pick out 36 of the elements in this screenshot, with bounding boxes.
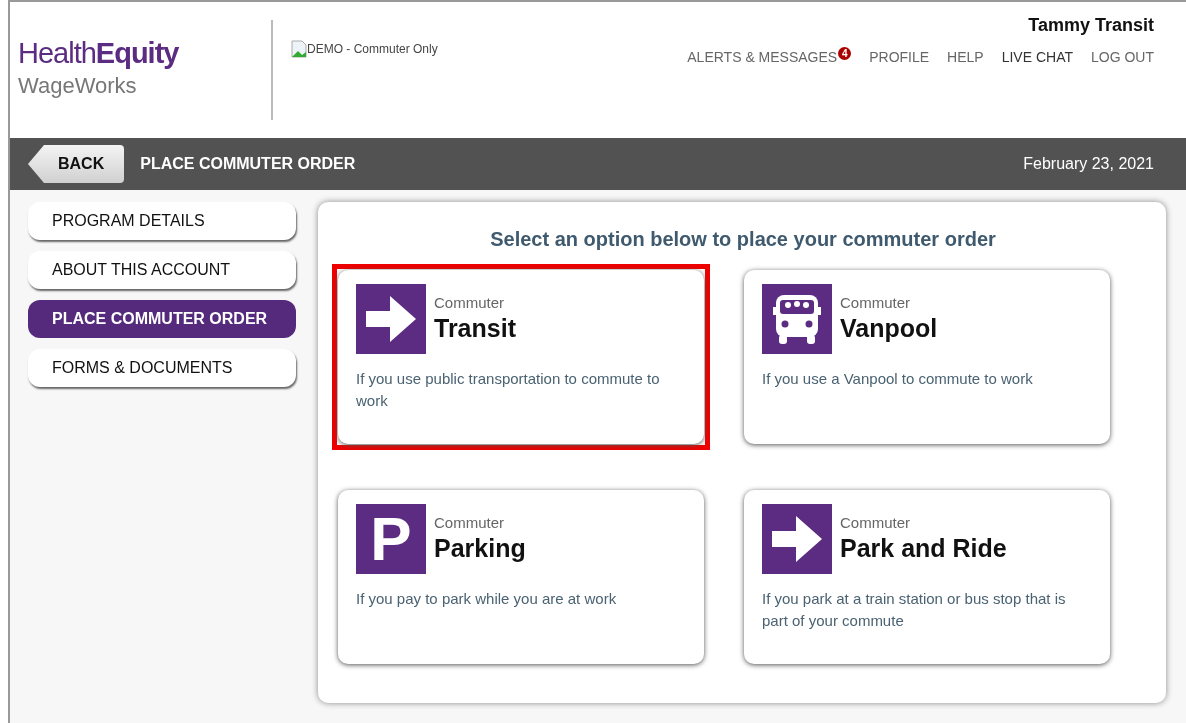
option-category: Commuter <box>840 293 911 313</box>
option-description: If you use a Vanpool to commute to work <box>762 369 1034 389</box>
option-description: If you use public transportation to commute to work <box>356 369 661 411</box>
header-link[interactable]: PROFILE <box>869 49 930 65</box>
header-link[interactable]: LOG OUT <box>1091 49 1154 65</box>
option-name: Transit <box>434 314 516 342</box>
panel-heading: Select an option below to place your commuter order <box>489 227 997 252</box>
option-card[interactable]: Commuter Transit If you use public transportation to commute to work <box>338 270 704 444</box>
header-link[interactable]: LIVE CHAT <box>1001 49 1073 65</box>
option-category: Commuter <box>434 293 505 313</box>
option-name: Park and Ride <box>840 534 1007 562</box>
option-description: If you park at a train station or bus stop that is part of your commute <box>762 589 1067 631</box>
option-card[interactable]: Commuter Vanpool If you use a Vanpool to commute to work <box>744 270 1110 444</box>
header-link[interactable]: ALERTS & MESSAGES <box>687 49 838 65</box>
option-name: Parking <box>434 534 526 562</box>
sidebar-item[interactable]: PROGRAM DETAILS <box>28 202 296 240</box>
logo-text: HealthEquity <box>18 38 180 69</box>
page-title: PLACE COMMUTER ORDER <box>140 154 356 174</box>
van-icon <box>762 284 832 354</box>
notification-badge: 4 <box>838 47 852 60</box>
option-card[interactable]: Commuter Park and Ride If you park at a train station or bus stop that is part of your commute <box>744 490 1110 664</box>
user-name: Tammy Transit <box>1027 14 1154 37</box>
back-button[interactable]: BACK <box>28 145 125 183</box>
option-description: If you pay to park while you are at work <box>356 589 618 609</box>
date-text: February 23, 2021 <box>1023 154 1154 174</box>
header-link[interactable]: HELP <box>947 49 984 65</box>
sidebar-item[interactable]: ABOUT THIS ACCOUNT <box>28 251 296 289</box>
broken-image-icon <box>291 40 307 58</box>
logo-subtext: WageWorks <box>18 71 138 100</box>
option-category: Commuter <box>434 513 505 533</box>
parking-letter: P <box>370 508 412 570</box>
program-image-alt-text: DEMO - Commuter Only <box>307 41 438 58</box>
option-name: Vanpool <box>840 314 938 342</box>
sidebar-item[interactable]: FORMS & DOCUMENTS <box>28 349 296 387</box>
option-category: Commuter <box>840 513 911 533</box>
sidebar-item[interactable]: PLACE COMMUTER ORDER <box>28 300 296 338</box>
